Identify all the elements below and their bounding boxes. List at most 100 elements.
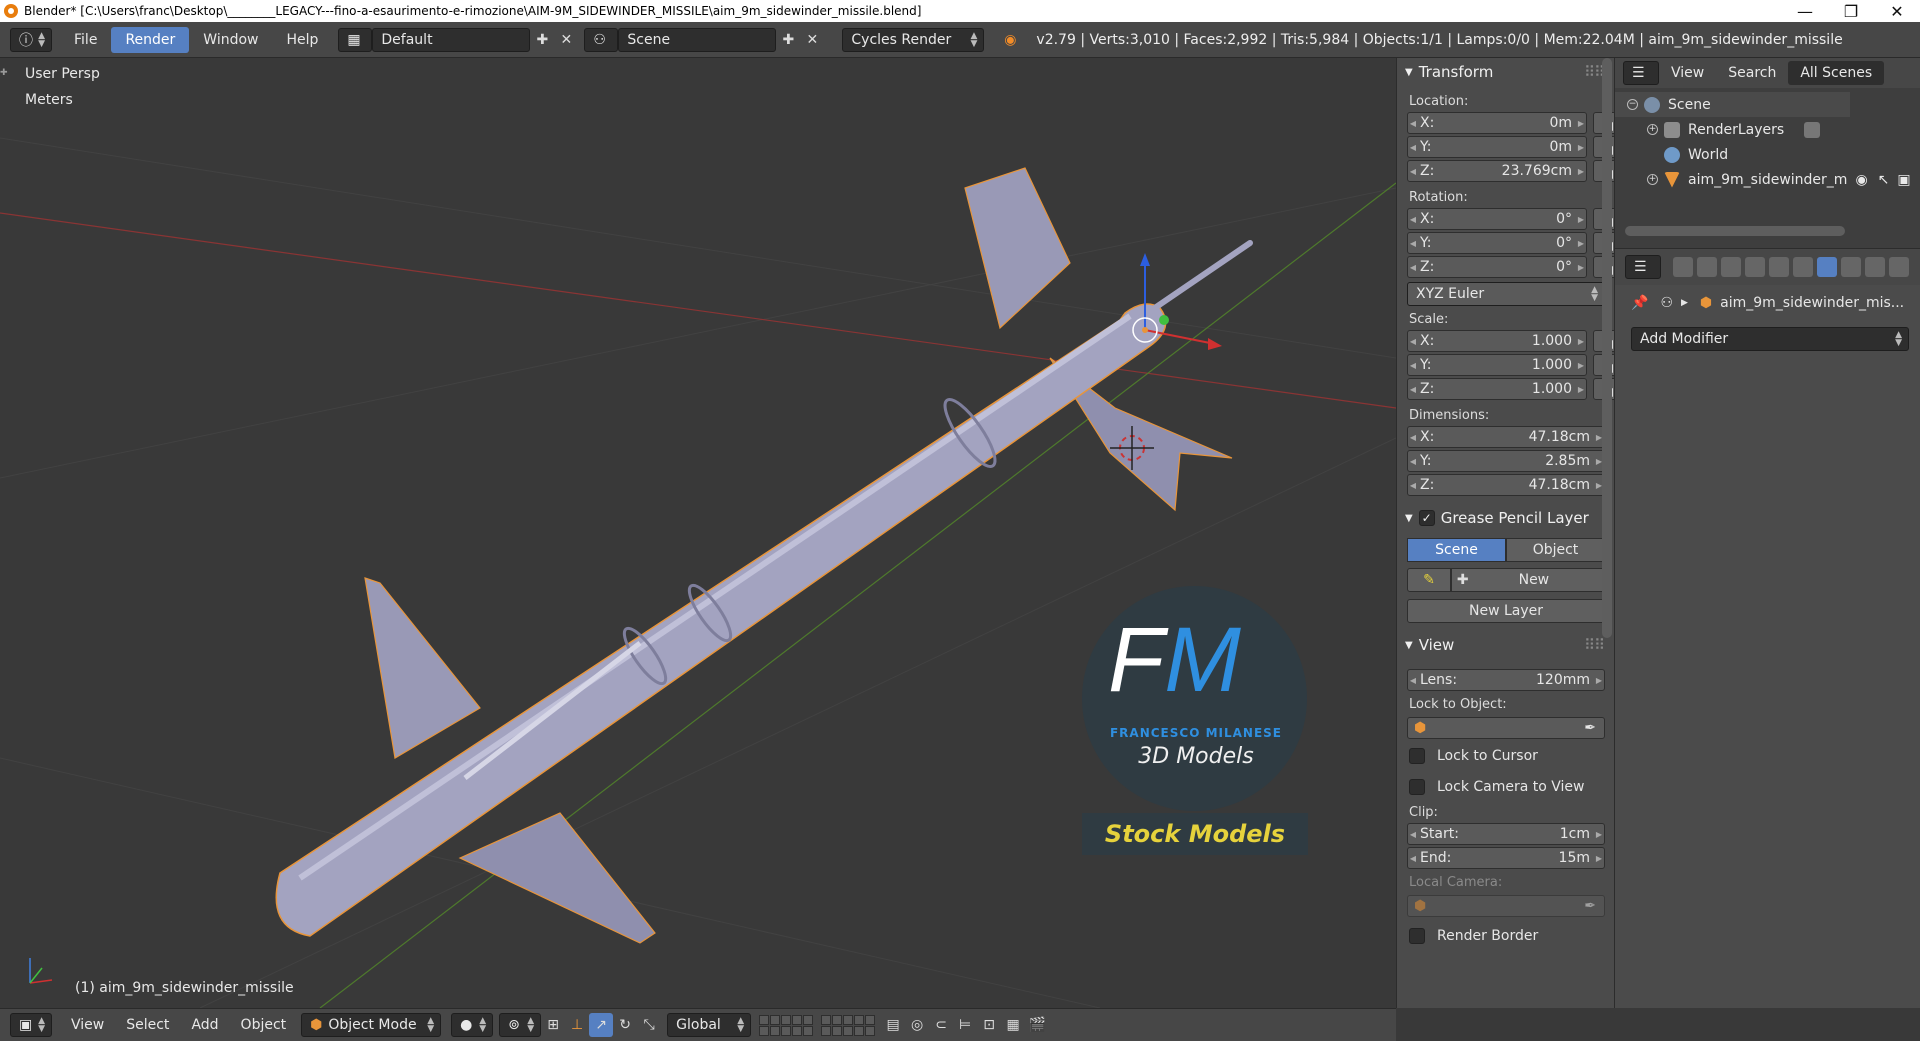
data-tab-icon[interactable]: [1841, 257, 1861, 277]
add-modifier-dropdown[interactable]: Add Modifier ▲ ▼: [1631, 327, 1909, 351]
expand-icon[interactable]: +: [1647, 124, 1658, 135]
gp-new-button[interactable]: ✚ New: [1451, 568, 1605, 592]
scale-x-field[interactable]: ◀ X: 1.000 ▶: [1407, 330, 1587, 352]
scale-y-field[interactable]: ◀ Y: 1.000 ▶: [1407, 354, 1587, 376]
menu-add[interactable]: Add: [180, 1017, 229, 1033]
object-tab-icon[interactable]: [1769, 257, 1789, 277]
manipulator-toggle-icon[interactable]: ⊞: [541, 1013, 565, 1037]
menu-view[interactable]: View: [60, 1017, 115, 1033]
outliner-search-menu[interactable]: Search: [1716, 65, 1788, 81]
lock-camera-to-view-checkbox[interactable]: Lock Camera to View: [1397, 774, 1614, 799]
rotation-z-field[interactable]: ◀ Z: 0° ▶: [1407, 256, 1587, 278]
render-animation-icon[interactable]: 🎬: [1025, 1013, 1049, 1037]
transform-orientation-dropdown[interactable]: Global ▲ ▼: [667, 1013, 752, 1037]
dimensions-x-field[interactable]: ◀ X: 47.18cm ▶: [1407, 426, 1605, 448]
transform-panel-header[interactable]: ▼ Transform ⠿⠿: [1397, 60, 1614, 84]
dimensions-z-field[interactable]: ◀ Z: 47.18cm ▶: [1407, 474, 1605, 496]
snap-element-icon[interactable]: ⊨: [953, 1013, 977, 1037]
pin-icon[interactable]: 📌: [1631, 295, 1648, 311]
clip-start-field[interactable]: ◀ Start: 1cm ▶: [1407, 823, 1605, 845]
outliner-display-mode[interactable]: All Scenes: [1788, 61, 1885, 85]
render-image-icon[interactable]: ▦: [1001, 1013, 1025, 1037]
shading-mode-dropdown[interactable]: ● ▲ ▼: [451, 1013, 494, 1037]
pivot-point-dropdown[interactable]: ⊚ ▲ ▼: [499, 1013, 542, 1037]
render-tab-icon[interactable]: [1673, 257, 1693, 277]
proportional-edit-icon[interactable]: ◎: [905, 1013, 929, 1037]
snap-toggle-icon[interactable]: ⊂: [929, 1013, 953, 1037]
panel-scrollbar[interactable]: [1602, 58, 1612, 638]
world-tab-icon[interactable]: [1745, 257, 1765, 277]
toolshelf-toggle-icon[interactable]: ✚: [0, 68, 8, 78]
outliner-view-menu[interactable]: View: [1659, 65, 1716, 81]
interaction-mode-dropdown[interactable]: ⬢ Object Mode ▲ ▼: [301, 1013, 442, 1037]
gp-scene-tab[interactable]: Scene: [1407, 538, 1506, 562]
drag-grip-icon[interactable]: ⠿⠿: [1584, 636, 1605, 654]
selectable-cursor-icon[interactable]: ↖: [1878, 172, 1890, 188]
manipulator-axes-icon[interactable]: ⊥: [565, 1013, 589, 1037]
gp-object-tab[interactable]: Object: [1506, 538, 1605, 562]
menu-window[interactable]: Window: [189, 27, 272, 53]
remove-layout-icon[interactable]: ✕: [554, 28, 578, 52]
modifiers-tab-icon[interactable]: [1817, 257, 1837, 277]
location-x-field[interactable]: ◀ X: 0m ▶: [1407, 112, 1587, 134]
constraints-tab-icon[interactable]: [1793, 257, 1813, 277]
texture-tab-icon[interactable]: [1889, 257, 1909, 277]
grease-pencil-panel-header[interactable]: ▼ ✓ Grease Pencil Layer: [1397, 506, 1614, 530]
lens-field[interactable]: ◀ Lens: 120mm ▶: [1407, 669, 1605, 691]
editor-type-dropdown[interactable]: ⓘ ▲ ▼: [10, 27, 52, 52]
rotate-manipulator-icon[interactable]: ↻: [613, 1013, 637, 1037]
location-z-field[interactable]: ◀ Z: 23.769cm ▶: [1407, 160, 1587, 182]
add-layout-icon[interactable]: ✚: [530, 28, 554, 52]
drag-grip-icon[interactable]: ⠿⠿: [1584, 63, 1605, 81]
close-button[interactable]: ✕: [1874, 2, 1920, 21]
rotation-x-field[interactable]: ◀ X: 0° ▶: [1407, 208, 1587, 230]
screen-layout-field[interactable]: Default: [372, 27, 531, 52]
snap-target-icon[interactable]: ⊡: [977, 1013, 1001, 1037]
layer-group-2[interactable]: [821, 1014, 876, 1036]
menu-file[interactable]: File: [60, 27, 111, 53]
pencil-icon[interactable]: ✎: [1407, 568, 1451, 592]
maximize-button[interactable]: ❐: [1828, 2, 1874, 21]
menu-object[interactable]: Object: [230, 1017, 298, 1033]
render-layers-tab-icon[interactable]: [1697, 257, 1717, 277]
clip-end-field[interactable]: ◀ End: 15m ▶: [1407, 847, 1605, 869]
translate-manipulator-icon[interactable]: ↗: [589, 1013, 614, 1037]
location-y-field[interactable]: ◀ Y: 0m ▶: [1407, 136, 1587, 158]
lock-to-cursor-checkbox[interactable]: Lock to Cursor: [1397, 743, 1614, 768]
render-layer-toggle-icon[interactable]: [1804, 121, 1821, 138]
screen-layout-icon-button[interactable]: ▦: [338, 27, 373, 52]
properties-editor-dropdown[interactable]: ☰: [1625, 255, 1661, 279]
grease-pencil-checkbox[interactable]: ✓: [1418, 510, 1435, 526]
render-border-checkbox[interactable]: Render Border: [1397, 923, 1614, 948]
scale-manipulator-icon[interactable]: ⤡: [637, 1013, 661, 1037]
menu-render[interactable]: Render: [111, 26, 190, 53]
scene-field[interactable]: Scene: [618, 27, 777, 52]
viewport-editor-dropdown[interactable]: ▣ ▲ ▼: [10, 1013, 52, 1037]
rotation-y-field[interactable]: ◀ Y: 0° ▶: [1407, 232, 1587, 254]
lock-layers-icon[interactable]: ▤: [881, 1013, 905, 1037]
lock-object-field[interactable]: ⬢ ✒: [1407, 717, 1605, 739]
expand-icon[interactable]: +: [1647, 174, 1658, 185]
minimize-button[interactable]: —: [1782, 2, 1828, 21]
view-panel-header[interactable]: ▼ View ⠿⠿: [1397, 633, 1614, 657]
scene-icon-button[interactable]: ⚇: [584, 27, 619, 52]
scene-tab-icon[interactable]: [1721, 257, 1741, 277]
add-scene-icon[interactable]: ✚: [776, 28, 800, 52]
layer-group-1[interactable]: [759, 1014, 814, 1036]
outliner-item-missile[interactable]: + aim_9m_sidewinder_m ◉ ↖ ▣: [1615, 167, 1920, 192]
scale-z-field[interactable]: ◀ Z: 1.000 ▶: [1407, 378, 1587, 400]
gp-new-layer-button[interactable]: New Layer: [1407, 599, 1605, 623]
outliner-scrollbar[interactable]: [1625, 226, 1845, 236]
rotation-mode-dropdown[interactable]: XYZ Euler ▲ ▼: [1407, 282, 1605, 306]
dimensions-y-field[interactable]: ◀ Y: 2.85m ▶: [1407, 450, 1605, 472]
outliner-editor-dropdown[interactable]: ☰: [1623, 61, 1659, 85]
material-tab-icon[interactable]: [1865, 257, 1885, 277]
eyedropper-icon[interactable]: ✒: [1584, 720, 1596, 736]
menu-help[interactable]: Help: [272, 27, 332, 53]
outliner-item-renderlayers[interactable]: + RenderLayers: [1615, 117, 1920, 142]
collapse-icon[interactable]: −: [1627, 99, 1638, 110]
remove-scene-icon[interactable]: ✕: [800, 28, 824, 52]
outliner-item-scene[interactable]: − Scene: [1615, 92, 1850, 117]
menu-select[interactable]: Select: [115, 1017, 180, 1033]
render-engine-dropdown[interactable]: Cycles Render ▲ ▼: [842, 27, 985, 52]
